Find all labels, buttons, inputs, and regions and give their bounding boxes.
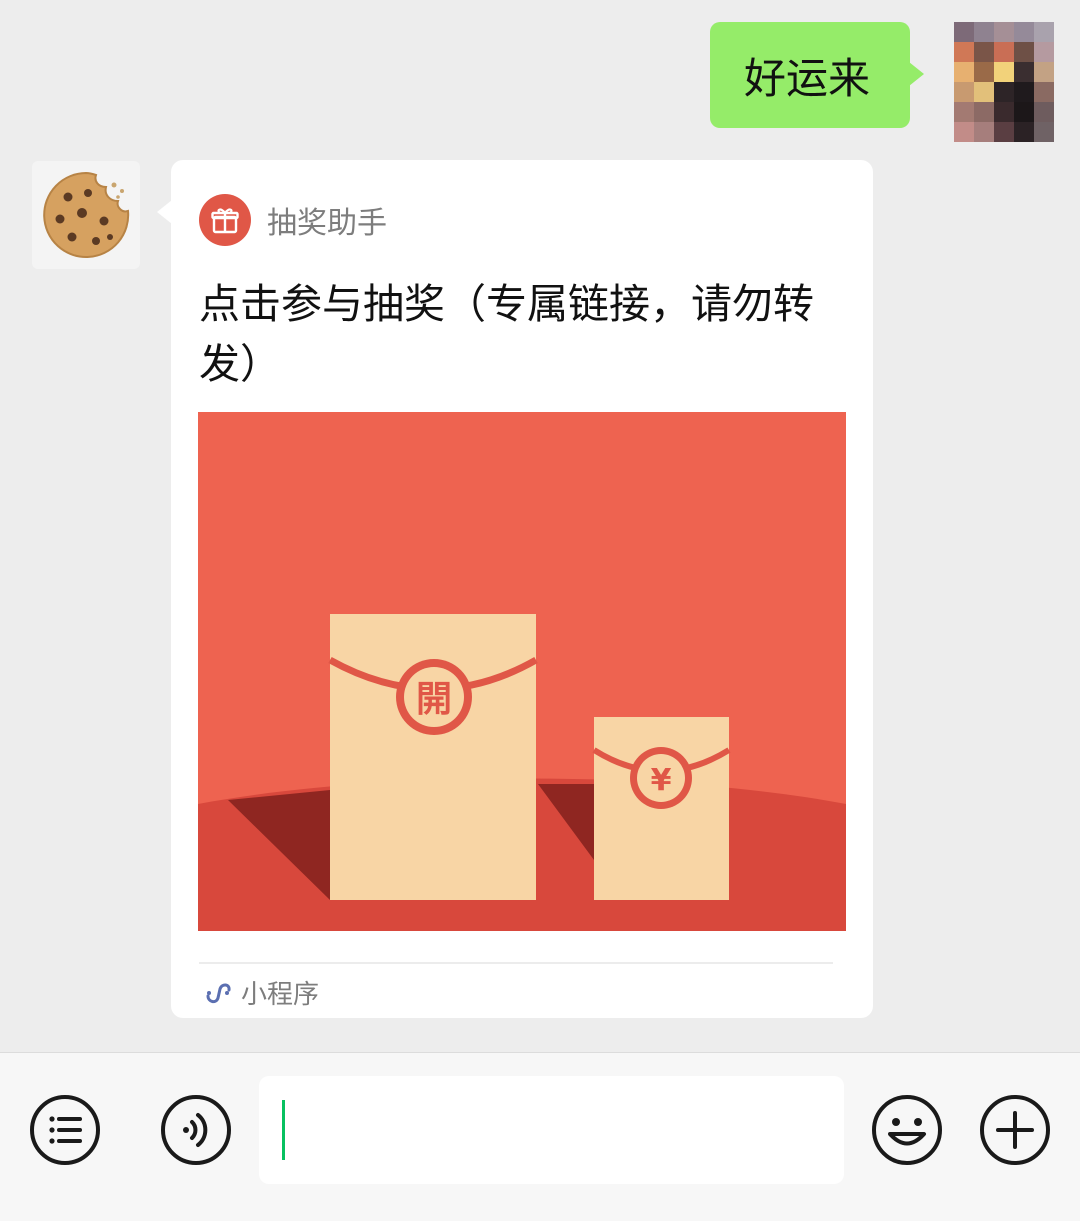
menu-button[interactable] [28,1093,102,1167]
contact-avatar[interactable] [32,161,140,269]
mini-program-label: 小程序 [241,980,320,1010]
input-bar [0,1052,1080,1221]
red-envelope-image: 開 ¥ [198,412,846,931]
sent-message-bubble[interactable]: 好运来 [710,22,924,128]
sent-message-row: 好运来 [710,22,1054,142]
more-button[interactable] [978,1093,1052,1167]
gift-icon [199,194,251,246]
mini-program-icon [206,983,231,1003]
message-input[interactable] [259,1076,844,1184]
card-divider [199,962,833,964]
card-footer: 小程序 [203,974,319,1011]
envelope-open-char: 開 [416,679,452,720]
card-header: 抽奖助手 [199,194,387,246]
sent-message-text: 好运来 [744,53,871,103]
envelope-yuan-char: ¥ [651,763,672,798]
mini-program-card[interactable]: 抽奖助手 点击参与抽奖（专属链接，请勿转发） 開 ¥ 小程序 [157,160,873,1018]
card-title: 点击参与抽奖（专属链接，请勿转发） [199,280,814,388]
mini-program-name: 抽奖助手 [267,206,387,241]
user-avatar[interactable] [954,22,1054,142]
voice-icon [161,1095,231,1165]
emoji-icon [872,1095,942,1165]
emoji-button[interactable] [870,1093,944,1167]
cookie-icon [43,171,130,258]
list-icon [30,1095,100,1165]
plus-icon [980,1095,1050,1165]
chat-window: 好运来 抽奖助手 点击参与抽奖（专属链接，请勿转发） 開 ¥ 小程序 [0,0,1080,1221]
text-cursor [282,1100,285,1160]
voice-button[interactable] [159,1093,233,1167]
